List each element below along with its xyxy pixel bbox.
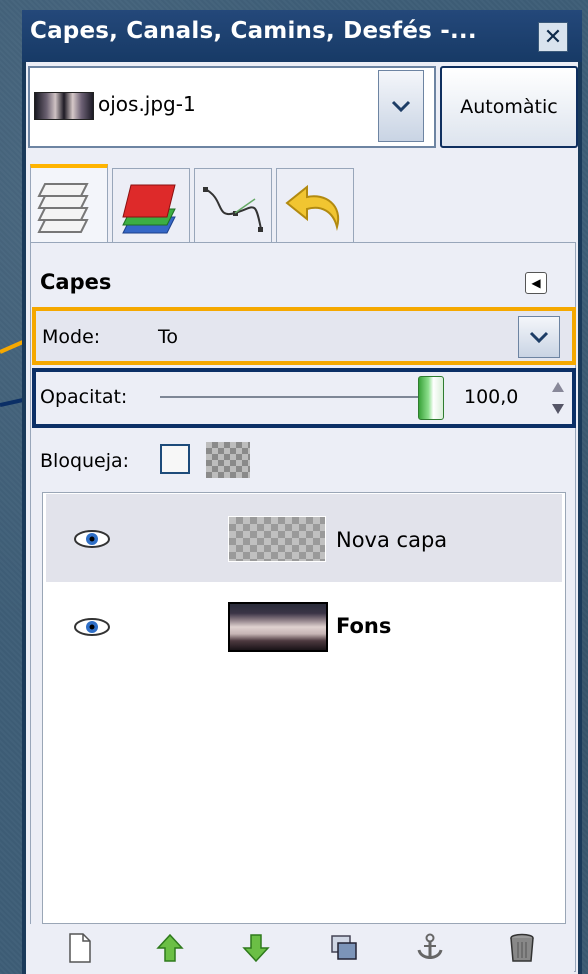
raise-layer-icon[interactable] [152, 928, 188, 968]
opacity-slider-track[interactable] [160, 396, 420, 398]
mode-select[interactable] [150, 313, 570, 359]
bottom-toolbar [30, 924, 574, 974]
lock-checkbox[interactable] [160, 444, 190, 474]
opacity-value[interactable]: 100,0 [464, 386, 518, 408]
tab-paths[interactable] [194, 168, 272, 243]
spinner-icon[interactable] [550, 380, 566, 416]
layer-name: Fons [336, 614, 392, 638]
layer-thumbnail [228, 602, 328, 652]
layer-thumbnail [228, 516, 326, 562]
lower-layer-icon[interactable] [238, 928, 274, 968]
channels-icon [122, 184, 176, 234]
image-name: ojos.jpg-1 [98, 92, 196, 116]
eye-icon[interactable] [72, 616, 112, 638]
duplicate-layer-icon[interactable] [326, 928, 362, 968]
image-dropdown-button[interactable] [378, 70, 424, 142]
section-title: Capes [40, 270, 112, 294]
layer-name: Nova capa [336, 528, 448, 552]
layers-icon [37, 183, 89, 233]
new-layer-icon[interactable] [62, 928, 98, 968]
paths-icon [203, 187, 263, 232]
delete-layer-icon[interactable] [504, 928, 540, 968]
window-title: Capes, Canals, Camins, Desfés -... [30, 18, 477, 44]
opacity-label: Opacitat: [40, 386, 128, 408]
undo-history-icon [285, 184, 340, 231]
lock-alpha-icon[interactable] [206, 442, 250, 478]
anchor-layer-icon[interactable] [412, 928, 448, 968]
tab-channels[interactable] [112, 168, 190, 243]
mode-label: Mode: [42, 326, 101, 348]
opacity-slider-handle[interactable] [418, 376, 444, 420]
chevron-down-icon [391, 100, 411, 113]
close-button[interactable]: ✕ [538, 22, 568, 52]
mode-value: To [158, 326, 179, 348]
chevron-down-icon [529, 331, 549, 344]
tab-layers[interactable] [30, 164, 108, 248]
close-icon: ✕ [543, 24, 563, 50]
tab-bar [30, 164, 574, 248]
eye-icon[interactable] [72, 528, 112, 550]
triangle-left-icon: ◀ [531, 276, 541, 290]
mode-dropdown-button[interactable] [518, 316, 560, 358]
auto-button[interactable]: Automàtic [440, 66, 578, 148]
lock-label: Bloqueja: [40, 450, 130, 472]
collapse-button[interactable]: ◀ [525, 272, 547, 294]
image-thumbnail [34, 92, 94, 120]
tab-undo-history[interactable] [276, 168, 354, 243]
